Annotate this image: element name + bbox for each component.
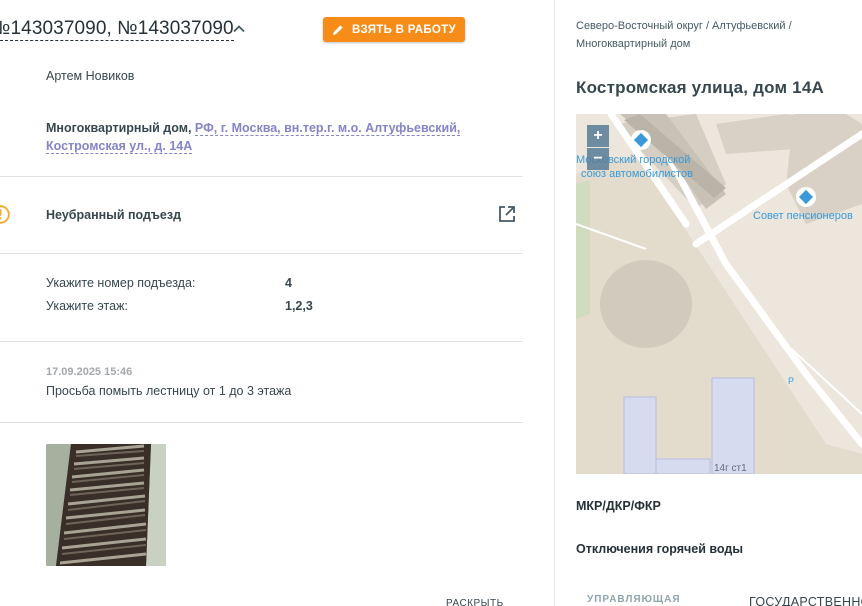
comment-text: Просьба помыть лестницу от 1 до 3 этажа <box>46 384 292 398</box>
breadcrumb: Северо-Восточный округ / Алтуфьевский / … <box>576 20 792 50</box>
capital-repair-section[interactable]: МКР/ДКР/ФКР <box>576 499 661 513</box>
zoom-in-button[interactable]: + <box>587 125 609 147</box>
chevron-up-icon[interactable] <box>232 22 246 36</box>
warning-icon <box>0 205 10 224</box>
issue-title: Неубранный подъезд <box>46 208 182 222</box>
map[interactable]: Московский городской союз автомобилистов… <box>576 114 862 474</box>
take-to-work-label: ВЗЯТЬ В РАБОТУ <box>352 23 456 36</box>
field-value-entrance: 4 <box>285 276 292 290</box>
building-label: 14г ст1 <box>714 463 747 474</box>
field-label-floor: Укажите этаж: <box>46 299 128 313</box>
address: Многоквартирный дом, РФ, г. Москва, вн.т… <box>46 119 521 155</box>
take-to-work-button[interactable]: ВЗЯТЬ В РАБОТУ <box>323 17 465 42</box>
divider <box>0 176 523 177</box>
comment-date: 17.09.2025 15:46 <box>46 366 133 378</box>
external-link-icon[interactable] <box>498 205 516 223</box>
request-panel: №143037090, №143037090 ВЗЯТЬ В РАБОТУ Ар… <box>0 0 554 606</box>
divider <box>0 422 523 423</box>
address-type: Многоквартирный дом, <box>46 121 192 135</box>
object-sidebar: Северо-Восточный округ / Алтуфьевский / … <box>555 0 862 606</box>
divider <box>0 253 523 254</box>
request-title[interactable]: №143037090, №143037090 <box>0 18 234 41</box>
zoom-out-button[interactable]: − <box>587 148 609 170</box>
divider <box>0 341 523 342</box>
field-label-entrance: Укажите номер подъезда: <box>46 276 196 290</box>
management-value: ГОСУДАРСТВЕННОЕ <box>749 595 862 606</box>
author-name: Артем Новиков <box>46 69 135 83</box>
pencil-icon <box>333 24 343 35</box>
management-label: УПРАВЛЯЮЩАЯ <box>587 594 681 605</box>
parking-label: P <box>788 376 794 386</box>
hot-water-outages-section[interactable]: Отключения горячей воды <box>576 542 743 556</box>
poi-label-2: Совет пенсионеров <box>753 210 853 222</box>
object-title: Костромская улица, дом 14А <box>576 78 824 97</box>
attachment-photo[interactable] <box>46 444 166 566</box>
expand-link[interactable]: РАСКРЫТЬ <box>446 598 504 606</box>
field-value-floor: 1,2,3 <box>285 299 313 313</box>
